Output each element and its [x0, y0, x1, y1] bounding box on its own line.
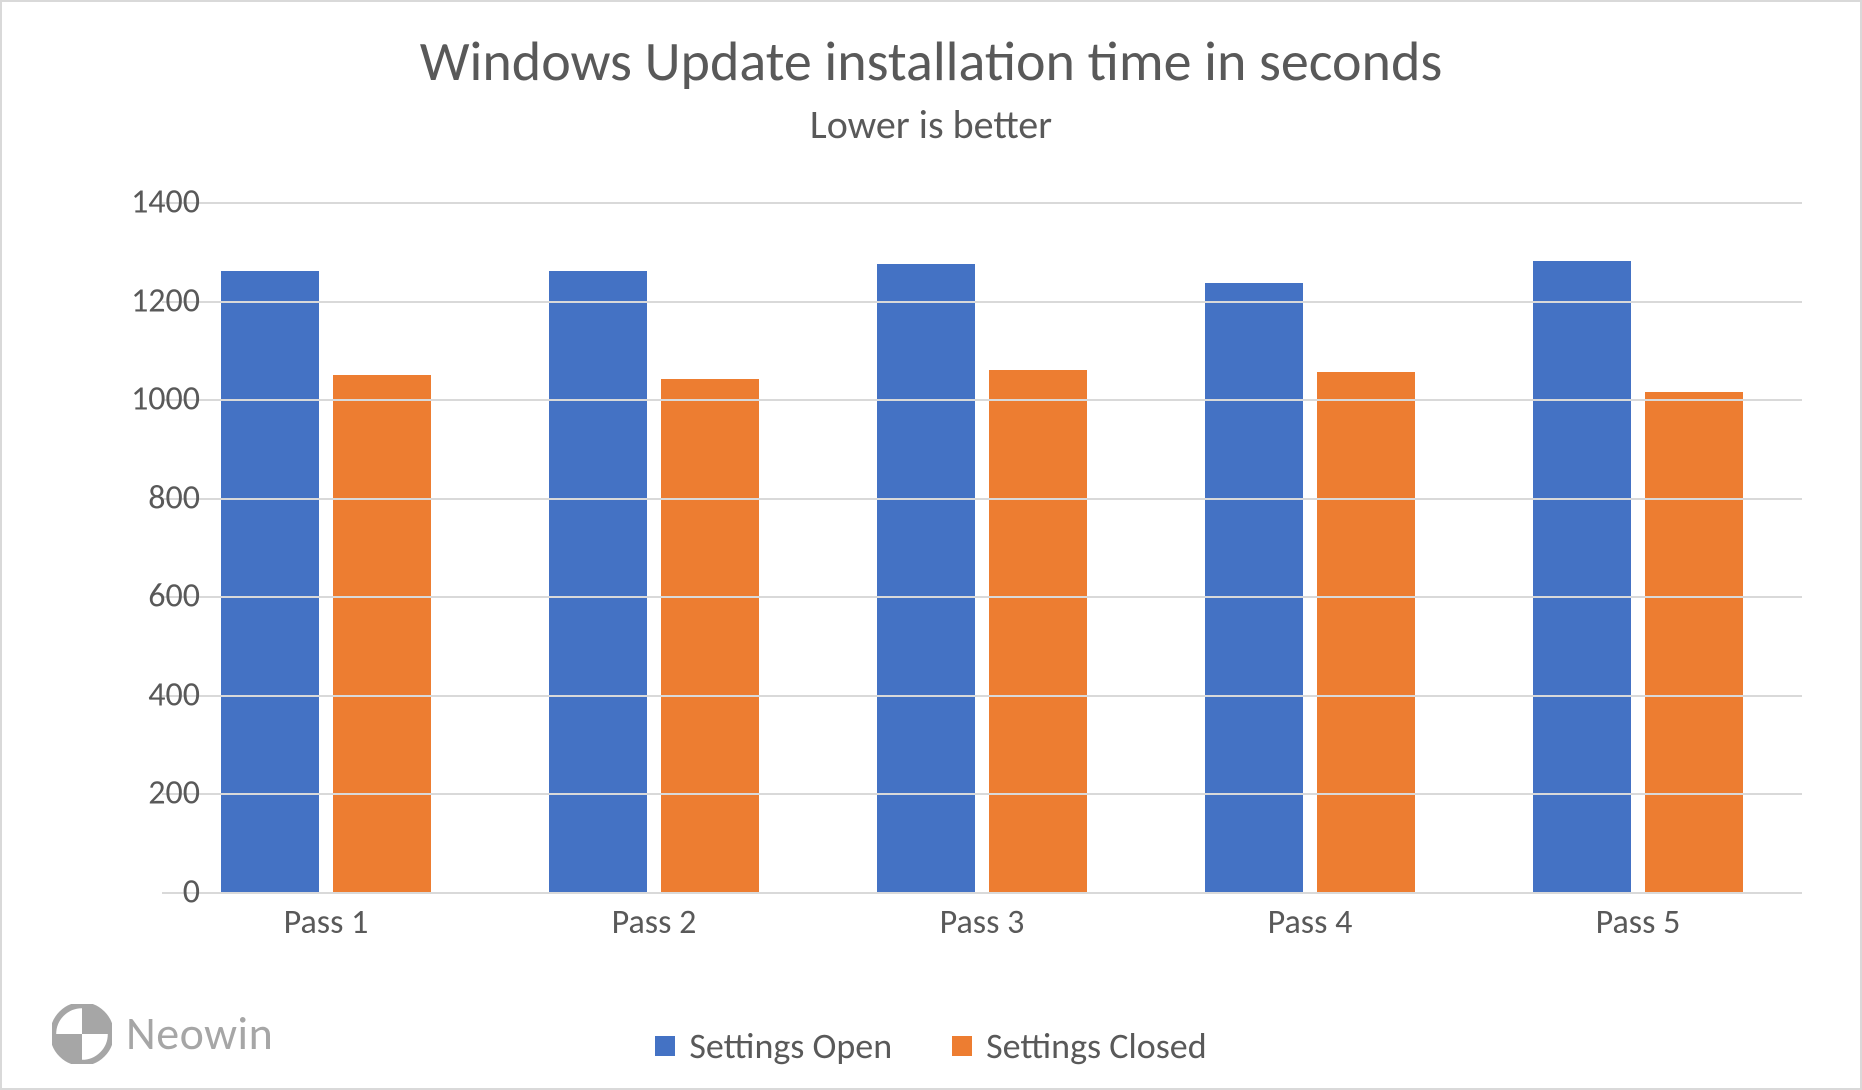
bar-open — [1533, 261, 1631, 892]
y-tick-label: 200 — [80, 773, 200, 814]
bar-open — [1205, 283, 1303, 892]
gridline — [162, 793, 1802, 795]
gridline — [162, 399, 1802, 401]
chart-title: Windows Update installation time in seco… — [2, 32, 1860, 94]
y-tick-label: 1200 — [80, 280, 200, 321]
bar-closed — [1317, 372, 1415, 892]
bar-open — [221, 271, 319, 892]
bar-closed — [333, 375, 431, 893]
gridline — [162, 892, 1802, 894]
watermark: Neowin — [52, 1004, 273, 1064]
bar-closed — [661, 379, 759, 892]
gridline — [162, 695, 1802, 697]
legend-label-open: Settings Open — [689, 1024, 892, 1068]
chart-subtitle: Lower is better — [2, 100, 1860, 149]
y-tick-label: 1000 — [80, 379, 200, 420]
gridline — [162, 498, 1802, 500]
x-tick-label: Pass 1 — [162, 902, 490, 943]
legend-swatch-open-icon — [655, 1036, 675, 1056]
y-tick-label: 400 — [80, 674, 200, 715]
legend: Settings Open Settings Closed — [2, 1024, 1860, 1068]
bar-closed — [1645, 392, 1743, 892]
title-block: Windows Update installation time in seco… — [2, 2, 1860, 149]
bar-open — [549, 271, 647, 892]
gridline — [162, 301, 1802, 303]
y-tick-label: 0 — [80, 872, 200, 913]
legend-item-settings-closed: Settings Closed — [952, 1024, 1207, 1068]
y-tick-label: 800 — [80, 477, 200, 518]
legend-label-closed: Settings Closed — [986, 1024, 1207, 1068]
watermark-text: Neowin — [126, 1006, 273, 1062]
gridline — [162, 202, 1802, 204]
x-tick-label: Pass 4 — [1146, 902, 1474, 943]
gridline — [162, 596, 1802, 598]
plot-area — [162, 202, 1802, 892]
x-tick-label: Pass 3 — [818, 902, 1146, 943]
legend-swatch-closed-icon — [952, 1036, 972, 1056]
x-tick-label: Pass 5 — [1474, 902, 1802, 943]
y-tick-label: 1400 — [80, 182, 200, 223]
y-tick-label: 600 — [80, 576, 200, 617]
bar-open — [877, 264, 975, 892]
x-axis-labels: Pass 1Pass 2Pass 3Pass 4Pass 5 — [162, 902, 1802, 952]
legend-item-settings-open: Settings Open — [655, 1024, 892, 1068]
x-tick-label: Pass 2 — [490, 902, 818, 943]
chart-frame: Windows Update installation time in seco… — [0, 0, 1862, 1090]
bars-layer — [162, 202, 1802, 892]
bar-closed — [989, 370, 1087, 892]
neowin-logo-icon — [52, 1004, 112, 1064]
